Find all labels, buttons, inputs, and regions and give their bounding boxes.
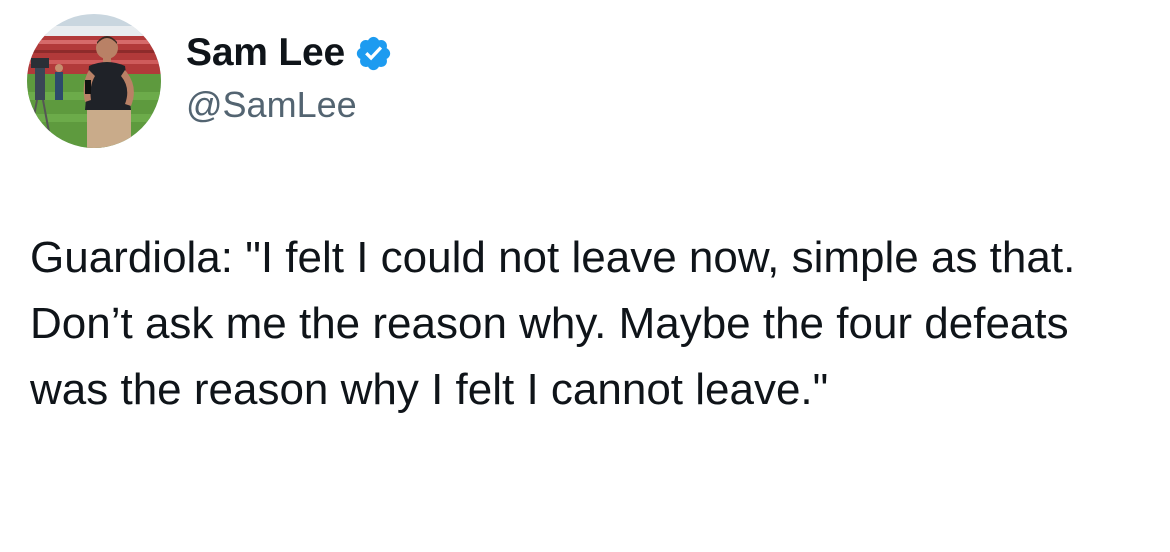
author-identity: Sam Lee @SamLee	[186, 29, 393, 127]
tweet-text: Guardiola: "I felt I could not leave now…	[30, 233, 1076, 414]
tweet-header: Sam Lee @SamLee	[27, 14, 393, 148]
avatar[interactable]	[27, 14, 161, 148]
verified-badge-icon[interactable]	[354, 34, 393, 73]
author-handle[interactable]: @SamLee	[186, 83, 393, 127]
avatar-photo	[27, 14, 161, 148]
name-row: Sam Lee	[186, 29, 393, 77]
tweet-card: Sam Lee @SamLee Guardiola: "I felt I cou…	[0, 0, 1170, 552]
author-display-name[interactable]: Sam Lee	[186, 29, 345, 77]
